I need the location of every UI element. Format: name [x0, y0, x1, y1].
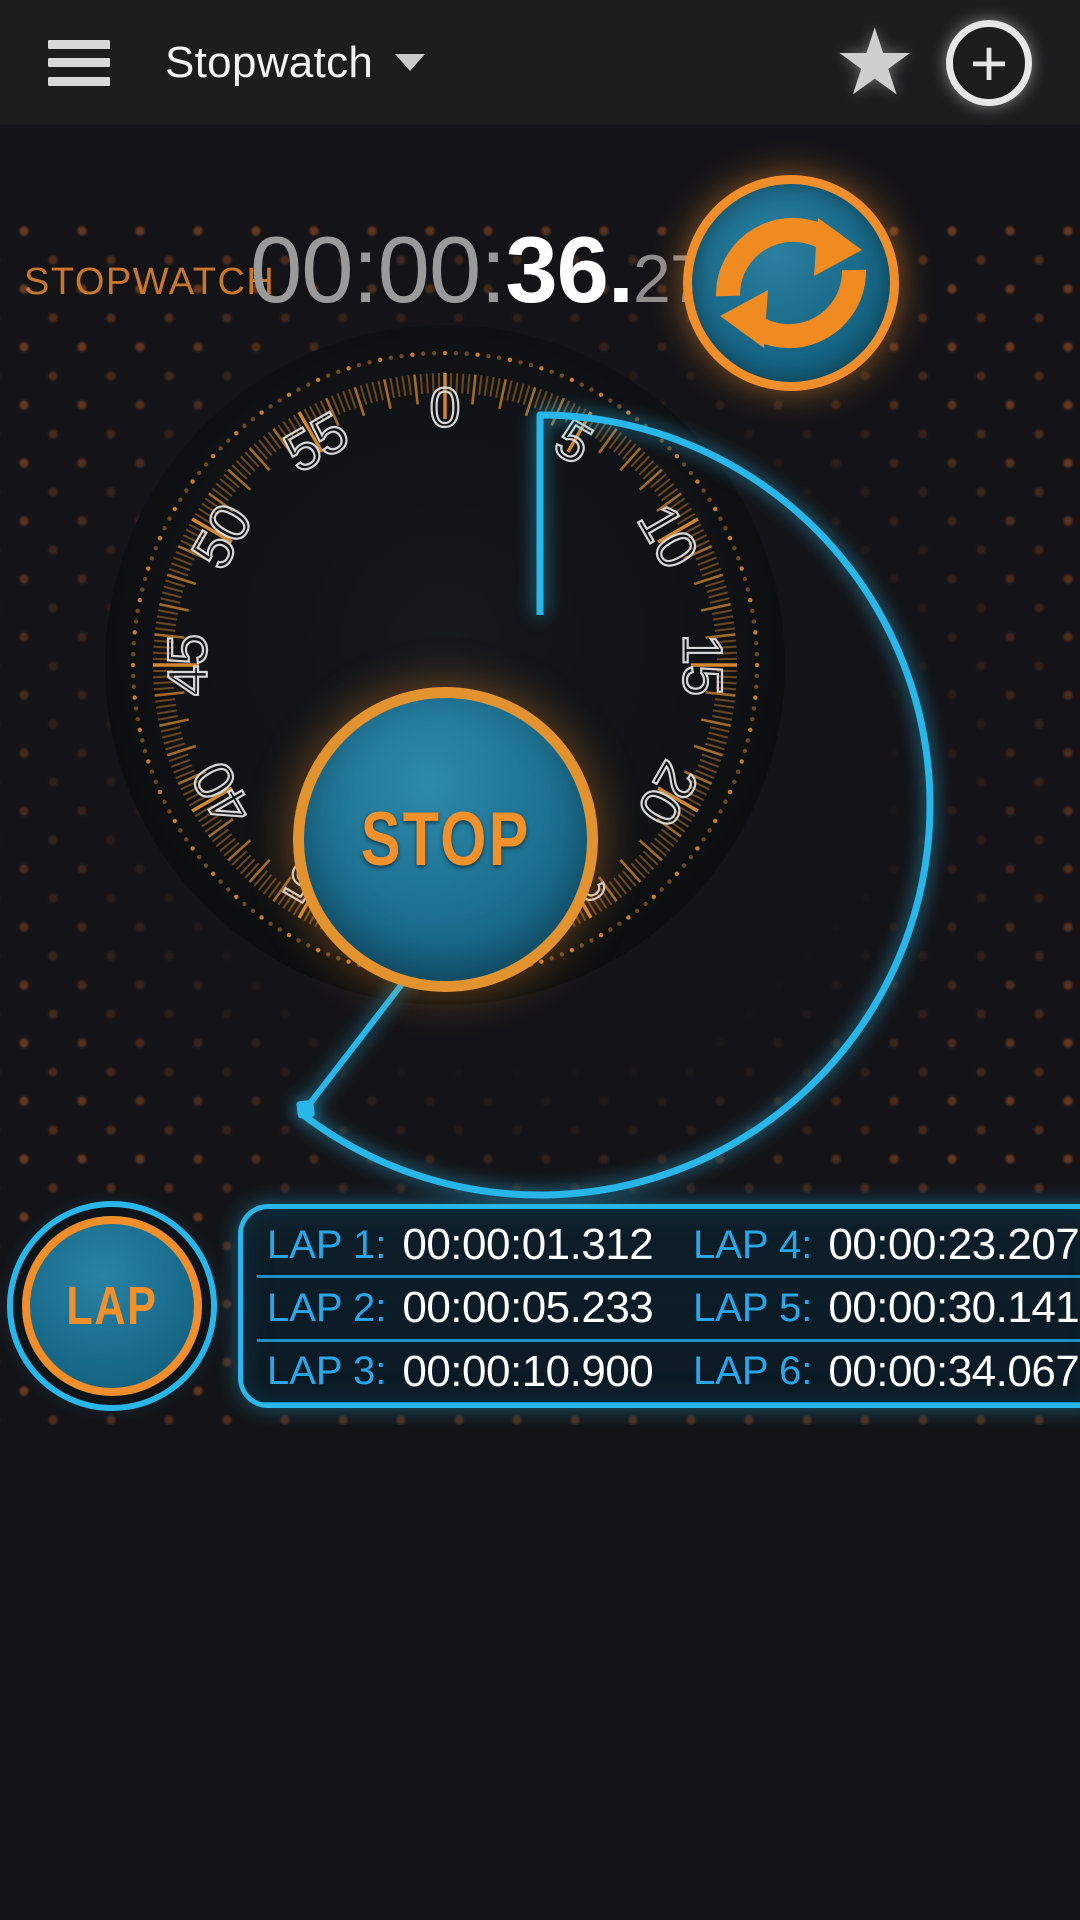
page-title[interactable]: Stopwatch [165, 38, 373, 88]
time-seconds: 36. [505, 217, 633, 322]
lap-button-label: LAP [66, 1275, 157, 1337]
lap-row[interactable]: LAP 3: 00:00:10.900 [257, 1342, 683, 1405]
plus-circle-icon[interactable]: + [946, 20, 1032, 106]
star-icon[interactable]: ★ [834, 17, 916, 109]
lap-row[interactable]: LAP 4: 00:00:23.207 [683, 1215, 1080, 1278]
svg-text:0: 0 [429, 376, 460, 439]
stopwatch-label: STOPWATCH [24, 261, 275, 304]
top-app-bar: Stopwatch ★ + [0, 0, 1080, 125]
topbar-actions: ★ + [834, 17, 1044, 109]
lap-list-grid: LAP 1: 00:00:01.312 LAP 4: 00:00:23.207 … [257, 1215, 1080, 1405]
svg-text:45: 45 [156, 634, 219, 696]
time-hours-minutes: 00:00: [250, 217, 505, 322]
elapsed-time: 00:00:36.271 [250, 216, 744, 324]
lap-label: LAP 2: [267, 1286, 386, 1331]
hamburger-bar [48, 58, 110, 67]
chevron-down-icon[interactable] [395, 54, 425, 71]
lap-label: LAP 6: [693, 1349, 812, 1394]
stop-button-label: STOP [361, 796, 531, 883]
stopwatch-stage: STOPWATCH 00:00:36.271 [0, 125, 1080, 1920]
lap-time: 00:00:30.141 [828, 1283, 1079, 1333]
lap-row[interactable]: LAP 2: 00:00:05.233 [257, 1278, 683, 1341]
lap-section: LAP LAP 1: 00:00:01.312 LAP 4: 00:00:23.… [0, 1200, 1080, 1415]
lap-row[interactable]: LAP 6: 00:00:34.067 [683, 1342, 1080, 1405]
lap-time: 00:00:05.233 [402, 1283, 653, 1333]
lap-time: 00:00:01.312 [402, 1220, 653, 1270]
lap-button[interactable]: LAP [22, 1216, 202, 1396]
lap-row[interactable]: LAP 1: 00:00:01.312 [257, 1215, 683, 1278]
svg-text:15: 15 [672, 634, 735, 696]
lap-label: LAP 3: [267, 1349, 386, 1394]
lap-row[interactable]: LAP 5: 00:00:30.141 [683, 1278, 1080, 1341]
hamburger-bar [48, 77, 110, 86]
lap-time: 00:00:10.900 [402, 1347, 653, 1397]
timer-readout: STOPWATCH 00:00:36.271 [0, 200, 1080, 320]
lap-label: LAP 4: [693, 1223, 812, 1268]
hamburger-menu-icon[interactable] [48, 40, 110, 86]
hamburger-bar [48, 40, 110, 49]
stop-button[interactable]: STOP [293, 687, 598, 992]
lap-label: LAP 5: [693, 1286, 812, 1331]
lap-time: 00:00:23.207 [828, 1220, 1079, 1270]
lap-list-panel: LAP 1: 00:00:01.312 LAP 4: 00:00:23.207 … [238, 1204, 1080, 1408]
lap-label: LAP 1: [267, 1223, 386, 1268]
lap-time: 00:00:34.067 [828, 1347, 1079, 1397]
